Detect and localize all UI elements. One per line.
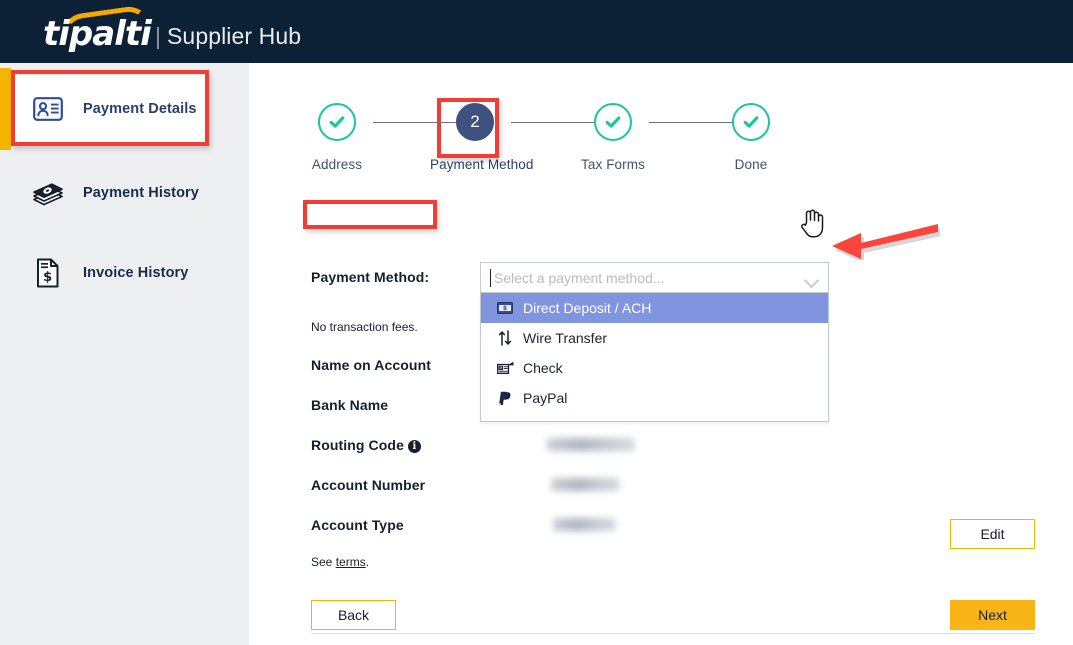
check-icon [743,116,759,128]
account-number-label: Account Number [311,477,426,493]
up-down-arrows-icon [494,330,516,346]
step-label: Payment Method [430,157,534,172]
dropdown-option-label: Wire Transfer [523,330,608,346]
active-item-accent-bar [0,68,11,150]
sidebar-nav: Payment Details Payment History $ Invoic… [0,63,249,645]
step-status-circle [594,103,632,141]
app-header: tipalti | Supplier Hub [0,0,1073,63]
step-label: Tax Forms [581,157,645,172]
step-tax-forms[interactable]: Tax Forms [568,103,658,172]
tipalti-logomark: tipalti [43,4,152,54]
product-name: Supplier Hub [166,23,302,49]
check-icon [605,116,621,128]
sidebar-item-label: Payment Details [83,101,197,117]
step-status-circle: 2 [456,103,494,141]
sidebar-item-payment-history[interactable]: Payment History [11,158,249,228]
check-icon [329,116,345,128]
routing-code-label-text: Routing Code [311,437,404,453]
text-caret [490,269,491,287]
info-icon[interactable]: i [407,440,421,453]
step-done[interactable]: Done [706,103,796,172]
chevron-down-icon[interactable] [803,272,820,289]
next-button[interactable]: Next [950,600,1035,630]
step-address[interactable]: Address [292,103,382,172]
terms-prefix: See [311,555,336,569]
step-status-circle [318,103,356,141]
brand-divider: | [155,23,161,49]
money-stack-icon [25,179,71,207]
terms-suffix: . [365,555,370,569]
invoice-document-icon: $ [25,258,71,288]
brand-name: tipalti [43,14,152,54]
paypal-icon [494,391,516,406]
account-number-value-redacted [551,478,620,491]
dropdown-option-label: Direct Deposit / ACH [523,300,652,316]
mouse-cursor-pointer-icon [800,207,826,239]
sidebar-item-label: Payment History [83,185,199,201]
dropdown-option-wire-transfer[interactable]: Wire Transfer [481,323,828,353]
sidebar-item-invoice-history[interactable]: $ Invoice History [11,238,249,308]
main-content: Address 2 Payment Method Tax Forms Done [249,63,1073,645]
payment-method-dropdown-list[interactable]: $ Direct Deposit / ACH Wire Transfer $ C… [480,293,829,422]
account-type-value-redacted [553,518,616,531]
brand-logo: tipalti | Supplier Hub [43,4,302,54]
back-button[interactable]: Back [311,600,396,630]
cheque-icon: $ [494,361,516,375]
svg-text:$: $ [43,270,52,285]
routing-code-value-redacted [547,438,635,451]
dropdown-option-direct-deposit[interactable]: $ Direct Deposit / ACH [481,293,828,323]
dropdown-option-paypal[interactable]: PayPal [481,383,828,413]
section-divider [311,633,1035,634]
account-type-label: Account Type [311,517,404,533]
terms-link[interactable]: terms [336,555,366,569]
payment-method-label: Payment Method: [311,269,430,285]
sidebar-item-label: Invoice History [83,265,189,281]
bank-card-icon: $ [494,302,516,314]
svg-text:$: $ [503,305,507,312]
step-payment-method[interactable]: 2 Payment Method [430,103,534,172]
bank-name-label: Bank Name [311,397,389,413]
step-label: Done [734,157,768,172]
dropdown-option-label: Check [523,360,563,376]
terms-line: See terms. [311,555,369,569]
no-transaction-fees-note: No transaction fees. [311,320,418,334]
routing-code-label: Routing Code i [311,437,421,453]
step-status-circle [732,103,770,141]
annotation-arrow-icon [828,218,941,263]
payment-method-combobox[interactable]: Select a payment method... [480,262,829,293]
progress-stepper: Address 2 Payment Method Tax Forms Done [311,103,811,183]
step-number: 2 [470,112,480,131]
id-card-icon [25,97,71,121]
step-label: Address [311,157,363,172]
name-on-account-label: Name on Account [311,357,431,373]
dropdown-option-label: PayPal [523,390,568,406]
dropdown-option-check[interactable]: $ Check [481,353,828,383]
edit-button[interactable]: Edit [950,519,1035,549]
combobox-placeholder: Select a payment method... [494,270,665,286]
sidebar-item-payment-details[interactable]: Payment Details [11,75,205,143]
